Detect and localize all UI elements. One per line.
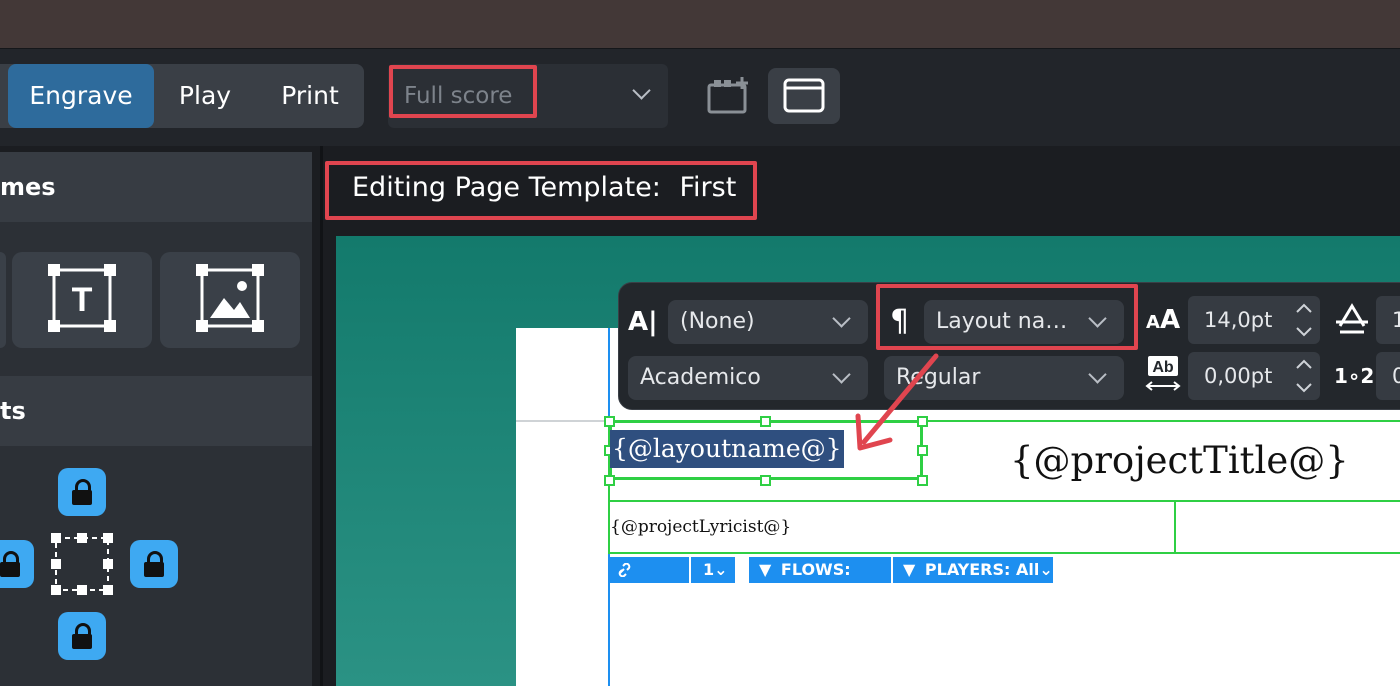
lock-bottom-button[interactable]: [58, 612, 106, 660]
frame-number-tag[interactable]: 1⌄: [691, 557, 735, 583]
attachments-panel-title: ts: [0, 397, 26, 425]
layoutname-token[interactable]: {@layoutname@}: [610, 430, 844, 468]
window-titlebar: [0, 0, 1400, 48]
ratio-field[interactable]: 0: [1376, 352, 1400, 400]
frame-button-partial[interactable]: [0, 252, 6, 348]
resize-handle[interactable]: [760, 416, 771, 427]
font-size-icon: AA: [1146, 305, 1181, 335]
chevron-down-icon: [832, 309, 851, 328]
chevron-down-icon: ⌄: [1039, 560, 1053, 579]
frame-chain-tag[interactable]: MA⌄: [609, 557, 689, 605]
chevron-down-icon: [632, 81, 651, 100]
panel-separator-line[interactable]: [320, 146, 323, 686]
new-window-icon[interactable]: [704, 76, 752, 116]
mode-play-button[interactable]: Play: [154, 64, 256, 128]
lock-top-button[interactable]: [58, 468, 106, 516]
ratio-icon: 1∘2: [1334, 364, 1375, 388]
lock-right-button[interactable]: [130, 540, 178, 588]
lyricist-token[interactable]: {@projectLyricist@}: [610, 514, 791, 540]
chevron-down-icon: [1088, 365, 1107, 384]
graphics-frame-button[interactable]: [160, 252, 300, 348]
chevron-down-icon: ⌄: [714, 560, 728, 579]
chevron-down-icon: ⌄: [655, 586, 669, 605]
page-margin-guide: [516, 420, 610, 422]
text-frame-button[interactable]: T: [12, 252, 152, 348]
flows-filter-tag[interactable]: ▼ FLOWS: All⌄: [749, 557, 891, 605]
window-view-button[interactable]: [768, 68, 840, 124]
character-style-dropdown[interactable]: (None): [668, 300, 868, 344]
resize-handle[interactable]: [760, 475, 771, 486]
players-filter-tag[interactable]: ▼ PLAYERS: All⌄: [893, 557, 1053, 583]
link-icon: [618, 562, 631, 578]
svg-text:T: T: [72, 281, 93, 319]
font-size-stepper[interactable]: [1292, 298, 1316, 342]
mode-engrave-button[interactable]: Engrave: [8, 64, 154, 128]
character-style-icon: A|: [628, 307, 658, 337]
mode-print-button[interactable]: Print: [256, 64, 364, 128]
paragraph-style-highlight: [876, 284, 1138, 350]
resize-handle[interactable]: [604, 416, 615, 427]
filter-icon: ▼: [903, 560, 916, 579]
frames-panel-header[interactable]: mes: [0, 152, 312, 222]
letter-spacing-icon: Ab: [1144, 354, 1182, 394]
baseline-field[interactable]: 1: [1376, 296, 1400, 344]
chevron-down-icon: ⌄: [782, 586, 796, 605]
layout-selector-highlight: [389, 65, 537, 118]
project-title-token[interactable]: {@projectTitle@}: [1010, 436, 1349, 486]
attachments-panel-header[interactable]: ts: [0, 376, 312, 446]
chevron-down-icon: [832, 365, 851, 384]
resize-handle[interactable]: [604, 475, 615, 486]
lock-left-button[interactable]: [0, 540, 34, 588]
editing-banner-highlight: [325, 161, 757, 220]
svg-text:Ab: Ab: [1152, 359, 1174, 376]
frame-position-icon: [48, 530, 116, 598]
baseline-shift-icon: [1334, 300, 1370, 340]
font-family-dropdown[interactable]: Academico: [628, 356, 868, 400]
resize-handle[interactable]: [917, 475, 928, 486]
frames-panel-title: mes: [0, 173, 56, 201]
letter-spacing-stepper[interactable]: [1292, 354, 1316, 398]
composer-frame[interactable]: [1174, 500, 1400, 554]
filter-icon: ▼: [759, 560, 772, 579]
annotation-arrow: [850, 350, 950, 460]
